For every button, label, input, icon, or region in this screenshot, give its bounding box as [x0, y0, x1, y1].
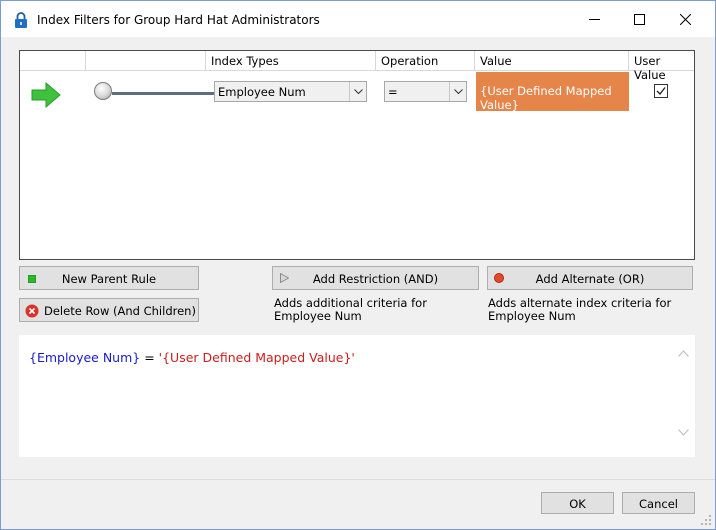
arrow-right-icon[interactable]	[31, 82, 61, 108]
expression-preview: {Employee Num} = '{User Defined Mapped V…	[19, 335, 695, 457]
column-header-index-types[interactable]: Index Types	[206, 51, 376, 71]
expression-field: {Employee Num}	[29, 350, 141, 365]
operation-dropdown[interactable]: =	[384, 81, 467, 102]
checkmark-icon	[656, 87, 666, 95]
grid-header-blank-2	[86, 51, 206, 71]
new-parent-rule-button[interactable]: New Parent Rule	[19, 266, 199, 290]
footer-divider	[1, 479, 715, 480]
delete-icon	[25, 304, 39, 318]
window-title: Index Filters for Group Hard Hat Adminis…	[37, 13, 320, 27]
column-header-operation[interactable]: Operation	[376, 51, 475, 71]
expression-text: {Employee Num} = '{User Defined Mapped V…	[29, 350, 355, 365]
maximize-button[interactable]	[616, 4, 662, 34]
grid-header-blank-1	[20, 51, 86, 71]
close-icon	[679, 13, 691, 25]
chevron-up-icon[interactable]	[678, 350, 689, 357]
resize-grip-icon[interactable]	[700, 514, 712, 526]
value-cell[interactable]: {User Defined Mapped Value}	[476, 72, 629, 112]
add-alternate-label: Add Alternate (OR)	[535, 272, 645, 286]
cancel-label: Cancel	[639, 497, 678, 511]
add-alternate-button[interactable]: Add Alternate (OR)	[487, 266, 693, 290]
ok-label: OK	[569, 497, 586, 511]
chevron-down-icon	[449, 82, 466, 101]
column-header-user-value[interactable]: User Value	[629, 51, 694, 82]
minimize-icon	[588, 18, 600, 20]
filter-grid: Index Types Operation Value User Value E…	[19, 50, 695, 260]
add-restriction-button[interactable]: Add Restriction (AND)	[272, 266, 479, 290]
expression-operator: =	[140, 350, 159, 365]
maximize-icon	[633, 13, 645, 25]
chevron-down-icon	[349, 82, 366, 101]
title-bar: Index Filters for Group Hard Hat Adminis…	[1, 1, 715, 37]
delete-row-label: Delete Row (And Children)	[44, 304, 196, 318]
lock-icon	[15, 12, 27, 28]
user-value-checkbox[interactable]	[654, 84, 668, 98]
expression-value: '{User Defined Mapped Value}'	[158, 350, 355, 365]
slider-track	[112, 92, 224, 95]
restriction-help-text: Adds additional criteria for Employee Nu…	[274, 296, 427, 323]
column-header-value[interactable]: Value	[475, 51, 629, 71]
cancel-button[interactable]: Cancel	[622, 492, 695, 514]
new-parent-rule-label: New Parent Rule	[61, 272, 157, 286]
chevron-down-icon[interactable]	[678, 429, 689, 436]
delete-row-button[interactable]: Delete Row (And Children)	[19, 298, 199, 322]
index-type-value: Employee Num	[218, 85, 306, 99]
index-type-dropdown[interactable]: Employee Num	[214, 81, 367, 102]
add-restriction-label: Add Restriction (AND)	[312, 272, 439, 286]
dialog-window: Index Filters for Group Hard Hat Adminis…	[0, 0, 716, 530]
close-button[interactable]	[662, 4, 708, 34]
operation-value: =	[388, 85, 398, 99]
ok-button[interactable]: OK	[541, 492, 614, 514]
alternate-help-text: Adds alternate index criteria for Employ…	[488, 296, 672, 323]
minimize-button[interactable]	[571, 4, 617, 34]
slider-knob[interactable]	[94, 82, 112, 100]
